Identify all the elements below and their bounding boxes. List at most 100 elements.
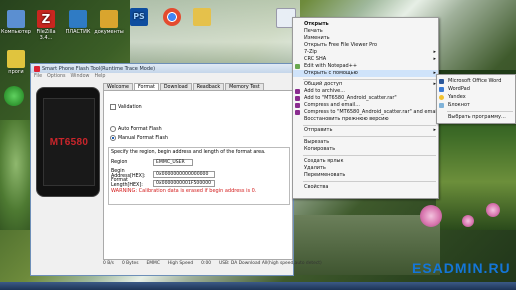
desktop-icon-chrome[interactable]	[156, 8, 188, 27]
watermark: ESADMIN.RU	[412, 260, 511, 276]
menu-separator	[303, 79, 436, 80]
menu-item-label: Изменить	[304, 35, 330, 41]
menu-item-cut[interactable]: Вырезать	[293, 139, 438, 146]
open-with-word[interactable]: Microsoft Office Word	[437, 78, 515, 85]
menu-item-label: Yandex	[448, 94, 466, 100]
menu-item-label: Вырезать	[304, 139, 330, 145]
menu-separator	[303, 155, 436, 156]
computer-icon	[7, 10, 25, 28]
menu-item-free-file-viewer[interactable]: Открыть Free File Viewer Pro	[293, 42, 438, 49]
filezilla-icon: Z	[37, 10, 55, 28]
photoshop-icon: PS	[130, 8, 148, 26]
menu-item-label: Microsoft Office Word	[448, 78, 502, 84]
open-with-notepad[interactable]: Блокнот	[437, 102, 515, 109]
menu-item-label: Add to "MT6580_Android_scatter.rar"	[304, 95, 397, 101]
menu-item-label: Переименовать	[304, 172, 346, 178]
menu-file[interactable]: File	[34, 74, 42, 79]
menu-item-crc-sha[interactable]: CRC SHA ▸	[293, 56, 438, 63]
open-with-wordpad[interactable]: WordPad	[437, 86, 515, 93]
format-panel: Validation Auto Format Flash Manual Form…	[103, 90, 293, 260]
pink-flower	[462, 215, 474, 227]
flash-tool-window: Smart Phone Flash Tool(Runtime Trace Mod…	[30, 63, 322, 276]
menu-item-share[interactable]: Общий доступ ▸	[293, 81, 438, 88]
menu-item-send-to[interactable]: Отправить ▸	[293, 127, 438, 134]
validation-row: Validation	[110, 104, 142, 110]
menu-separator	[303, 125, 436, 126]
menu-item-label: Открыть с помощью	[304, 70, 358, 76]
status-speed: 0 B/s	[103, 261, 114, 266]
menu-item-notepad[interactable]: Edit with Notepad++	[293, 63, 438, 70]
menu-item-copy[interactable]: Копировать	[293, 146, 438, 153]
pink-flower	[420, 205, 442, 227]
notepad-icon	[439, 103, 444, 108]
menu-item-label: Compress to "MT6580_Android_scatter.rar"…	[304, 109, 439, 115]
pink-flower	[486, 203, 500, 217]
chevron-right-icon: ▸	[433, 56, 436, 62]
desktop-icon-computer[interactable]: Компьютер	[0, 10, 32, 35]
status-bar: 0 B/s 0 Bytes EMMC High Speed 0:00 USB: …	[103, 260, 322, 267]
menu-item-7zip[interactable]: 7-Zip ▸	[293, 49, 438, 56]
menu-separator	[303, 136, 436, 137]
menu-item-label: Compress and email...	[304, 102, 360, 108]
warning-icon	[7, 50, 25, 68]
chipset-label: MT6580	[49, 136, 89, 148]
taskbar	[0, 282, 516, 290]
validation-checkbox[interactable]	[110, 104, 116, 110]
menu-item-label: Блокнот	[448, 102, 470, 108]
desktop-icon-folder[interactable]	[186, 8, 218, 27]
format-length-input[interactable]: 0x0000000001F500000	[153, 179, 215, 187]
desktop-icon-progi[interactable]: проги	[0, 50, 32, 75]
phone-image: MT6580	[36, 87, 100, 197]
menu-item-label: Восстановить прежнюю версию	[304, 116, 389, 122]
manual-format-radio[interactable]	[110, 135, 116, 141]
menu-item-label: Выбрать программу...	[448, 114, 506, 120]
context-menu: Открыть Печать Изменить Открыть Free Fil…	[292, 17, 439, 199]
window-title: Smart Phone Flash Tool(Runtime Trace Mod…	[42, 65, 156, 72]
wordpad-icon	[439, 87, 444, 92]
chevron-right-icon: ▸	[433, 127, 436, 133]
menu-item-edit[interactable]: Изменить	[293, 35, 438, 42]
menu-item-compress-rar-email[interactable]: Compress to "MT6580_Android_scatter.rar"…	[293, 109, 438, 116]
auto-format-radio[interactable]	[110, 126, 116, 132]
notepad-plus-icon	[295, 64, 300, 69]
menu-item-label: Edit with Notepad++	[304, 63, 358, 69]
menu-item-label: Add to archive...	[304, 88, 345, 94]
begin-address-input[interactable]: 0x0000000000000000	[153, 170, 215, 178]
desktop-icon-photoshop[interactable]: PS	[123, 8, 155, 27]
menu-item-rename[interactable]: Переименовать	[293, 172, 438, 179]
calibration-warning: WARNING: Calibration data is erased if b…	[111, 188, 257, 194]
validation-label: Validation	[118, 104, 142, 110]
desktop-icon-filezilla[interactable]: Z FileZilla 3.4...	[30, 10, 62, 41]
region-label: Region	[111, 160, 128, 165]
menu-item-add-to-rar[interactable]: Add to "MT6580_Android_scatter.rar"	[293, 95, 438, 102]
menu-item-label: WordPad	[448, 86, 470, 92]
open-with-choose-program[interactable]: Выбрать программу...	[437, 114, 515, 121]
yandex-icon	[439, 95, 444, 100]
menu-options[interactable]: Options	[47, 74, 66, 79]
menu-separator	[447, 111, 513, 112]
menu-item-compress-email[interactable]: Compress and email...	[293, 102, 438, 109]
window-titlebar: Smart Phone Flash Tool(Runtime Trace Mod…	[31, 64, 293, 73]
menu-item-open-with[interactable]: Открыть с помощью ▸	[293, 70, 438, 77]
region-select[interactable]: EMMC_USER	[153, 159, 193, 166]
menu-bar: File Options Window Help	[31, 73, 293, 80]
menu-item-create-shortcut[interactable]: Создать ярлык	[293, 158, 438, 165]
menu-item-add-archive[interactable]: Add to archive...	[293, 88, 438, 95]
menu-item-properties[interactable]: Свойства	[293, 184, 438, 191]
menu-help[interactable]: Help	[94, 74, 105, 79]
menu-window[interactable]: Window	[71, 74, 90, 79]
menu-item-print[interactable]: Печать	[293, 28, 438, 35]
open-with-yandex[interactable]: Yandex	[437, 94, 515, 101]
status-bytes: 0 Bytes	[121, 261, 139, 266]
format-length-row: Format Length[HEX]: 0x0000000001F500000	[111, 178, 215, 188]
status-storage: EMMC	[146, 261, 160, 266]
menu-item-restore-version[interactable]: Восстановить прежнюю версию	[293, 116, 438, 123]
play-icon[interactable]	[4, 86, 24, 106]
menu-item-delete[interactable]: Удалить	[293, 165, 438, 172]
open-with-submenu: Microsoft Office Word WordPad Yandex Бло…	[436, 74, 516, 124]
menu-item-open[interactable]: Открыть	[293, 21, 438, 28]
desktop-icon-documents[interactable]: документы	[93, 10, 125, 35]
desktop-icon-plastik[interactable]: ПЛАСТИК	[62, 10, 94, 35]
region-prompt: Specify the region, begin address and le…	[111, 150, 266, 155]
word-icon	[439, 79, 444, 84]
